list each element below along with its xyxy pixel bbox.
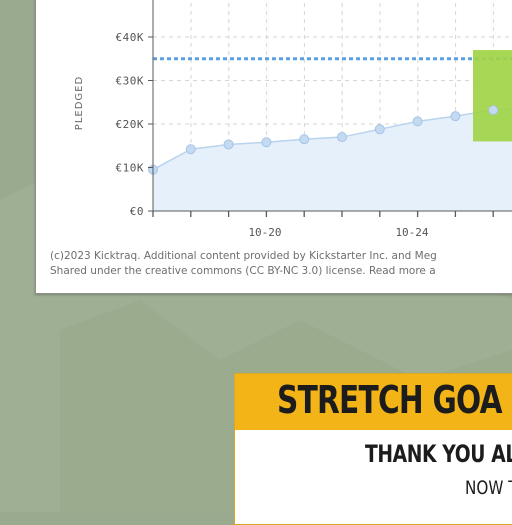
- pledged-chart: €0 €10K €20K €30K €40K 10-20 10-24 PLEDGED: [74, 0, 512, 239]
- data-point: [450, 111, 461, 122]
- y-tick-label: €40K: [116, 31, 145, 44]
- x-tick-label: 10-20: [248, 226, 281, 239]
- data-point: [374, 124, 385, 135]
- projection-highlight: [473, 50, 512, 142]
- data-point: [337, 132, 347, 143]
- y-tick-label: €30K: [116, 75, 145, 88]
- data-point: [223, 139, 234, 150]
- data-point: [185, 144, 196, 155]
- y-tick-label: €20K: [116, 118, 145, 131]
- chart-credits: (c)2023 Kicktraq. Additional content pro…: [50, 249, 512, 279]
- banner-now: NOW T: [465, 477, 512, 499]
- data-point: [412, 116, 423, 127]
- y-tick-label: €0: [130, 205, 144, 218]
- chart-card: €0 €10K €20K €30K €40K 10-20 10-24 PLEDGED (c)2…: [35, 0, 512, 294]
- y-axis-title: PLEDGED: [74, 76, 85, 130]
- series-area: [153, 108, 512, 211]
- banner-title: STRETCH GOA: [277, 378, 503, 422]
- credits-line-2: Shared under the creative commons (CC BY…: [50, 265, 436, 277]
- y-tick-label: €10K: [116, 162, 145, 175]
- stretch-goal-banner: STRETCH GOA THANK YOU ALL NOW T: [234, 373, 512, 525]
- data-point: [299, 134, 310, 145]
- credits-line-1: (c)2023 Kicktraq. Additional content pro…: [50, 250, 437, 262]
- x-tick-label: 10-24: [395, 226, 428, 239]
- banner-header: STRETCH GOA: [235, 374, 512, 430]
- data-point: [261, 137, 272, 148]
- banner-thank-you: THANK YOU ALL: [365, 440, 512, 468]
- data-point: [488, 105, 499, 116]
